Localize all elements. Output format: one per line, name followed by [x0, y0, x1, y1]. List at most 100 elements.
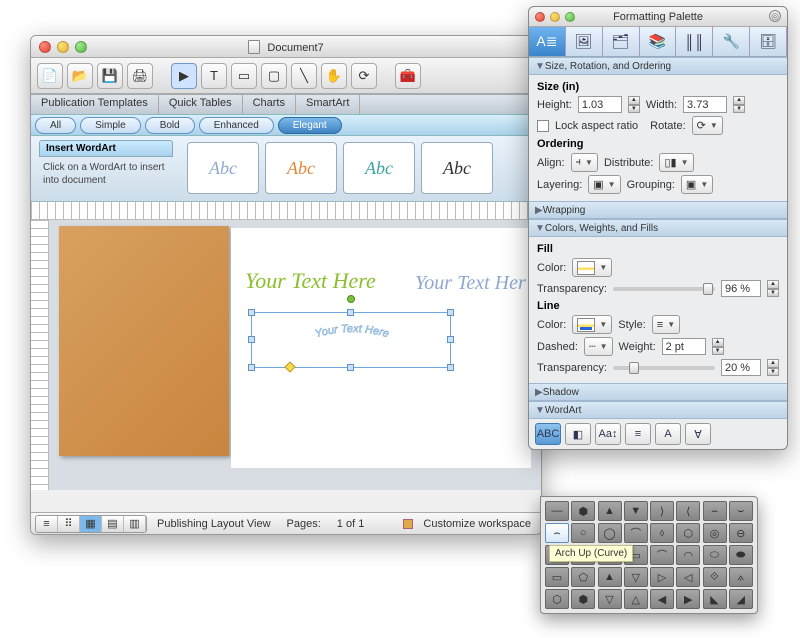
- section-shadow[interactable]: Shadow: [529, 383, 787, 401]
- wordart-shape-option[interactable]: ▲: [598, 567, 622, 587]
- wordart-swatch-4[interactable]: Abc: [421, 142, 493, 194]
- fill-transparency-stepper[interactable]: ▲▼: [767, 280, 779, 297]
- wordart-shape-option[interactable]: ⬡: [676, 523, 700, 543]
- wordart-shape-option[interactable]: ◀: [650, 589, 674, 609]
- tab-smartart[interactable]: SmartArt: [296, 95, 360, 114]
- resize-handle[interactable]: [347, 309, 354, 316]
- wordart-shape-option[interactable]: ⌣: [729, 501, 753, 521]
- wordart-shape-option[interactable]: —: [545, 501, 569, 521]
- align-dropdown[interactable]: ⫞▼: [571, 153, 598, 172]
- selection-box[interactable]: Your Text Here: [251, 312, 451, 368]
- new-button[interactable]: 📄: [37, 63, 63, 89]
- toolbox-toggle[interactable]: 🧰: [395, 63, 421, 89]
- wordart-shape-option[interactable]: ▶: [676, 589, 700, 609]
- weight-stepper[interactable]: ▲▼: [712, 338, 724, 355]
- section-wordart[interactable]: WordArt: [529, 401, 787, 419]
- wordart-shape-option[interactable]: ▭: [545, 567, 569, 587]
- line-transparency-slider[interactable]: [613, 366, 715, 370]
- wordart-shape-option[interactable]: ◣: [703, 589, 727, 609]
- wordart-shape-option[interactable]: ⬬: [729, 545, 753, 565]
- text-tool[interactable]: T: [201, 63, 227, 89]
- height-stepper[interactable]: ▲▼: [628, 96, 640, 113]
- shape-tool[interactable]: ▢: [261, 63, 287, 89]
- section-colors-weights-fills[interactable]: Colors, Weights, and Fills: [529, 219, 787, 237]
- resize-handle[interactable]: [248, 309, 255, 316]
- layering-dropdown[interactable]: ▣▼: [588, 175, 620, 194]
- wordart-shape-option[interactable]: ◎: [703, 523, 727, 543]
- wordart-shape-button[interactable]: ABC: [535, 423, 561, 445]
- wordart-shape-option[interactable]: ◁: [676, 567, 700, 587]
- width-field[interactable]: 3.73: [683, 96, 727, 113]
- wordart-shape-option[interactable]: ▷: [650, 567, 674, 587]
- rotation-handle[interactable]: [347, 295, 355, 303]
- filter-all[interactable]: All: [35, 117, 76, 134]
- hand-tool[interactable]: ✋: [321, 63, 347, 89]
- line-style-dropdown[interactable]: ≡▼: [652, 315, 680, 334]
- fill-transparency-slider[interactable]: [613, 287, 715, 291]
- wordart-shape-option[interactable]: ○: [571, 523, 595, 543]
- tab-charts[interactable]: Charts: [243, 95, 296, 114]
- wordart-shape-option[interactable]: △: [624, 589, 648, 609]
- line-color-dropdown[interactable]: ▼: [572, 315, 612, 334]
- wordart-shape-option[interactable]: ⟩: [650, 501, 674, 521]
- width-stepper[interactable]: ▲▼: [733, 96, 745, 113]
- wordart-shape-option[interactable]: ⟐: [703, 567, 727, 587]
- wordart-object-1[interactable]: Your Text Here: [245, 268, 376, 294]
- canvas[interactable]: Your Text Here Your Text Her Your Text H…: [231, 228, 531, 468]
- wordart-shape-option[interactable]: ◠: [676, 545, 700, 565]
- resize-handle[interactable]: [447, 309, 454, 316]
- wordart-vertical-button[interactable]: A: [655, 423, 681, 445]
- fill-color-dropdown[interactable]: ▼: [572, 258, 612, 277]
- wordart-shape-option[interactable]: ⬢: [571, 501, 595, 521]
- section-size-rotation-ordering[interactable]: Size, Rotation, and Ordering: [529, 57, 787, 75]
- weight-field[interactable]: 2 pt: [662, 338, 706, 355]
- fill-transparency-field[interactable]: 96 %: [721, 280, 761, 297]
- line-transparency-field[interactable]: 20 %: [721, 359, 761, 376]
- tab-quick-tables[interactable]: Quick Tables: [159, 95, 243, 114]
- wordart-object-arc[interactable]: Your Text Here: [266, 319, 438, 363]
- wordart-object-2[interactable]: Your Text Her: [415, 272, 526, 295]
- lock-aspect-checkbox[interactable]: [537, 120, 549, 132]
- view-notebook[interactable]: ▥: [124, 516, 146, 532]
- filter-enhanced[interactable]: Enhanced: [199, 117, 274, 134]
- wordart-shape-option[interactable]: ⬨: [650, 523, 674, 543]
- wordart-shape-option[interactable]: ◯: [598, 523, 622, 543]
- wordart-shape-option[interactable]: ⌒: [650, 545, 674, 565]
- view-draft[interactable]: ≡: [36, 516, 58, 532]
- page-thumbnail[interactable]: [59, 226, 229, 456]
- pointer-tool[interactable]: ▶: [171, 63, 197, 89]
- grouping-dropdown[interactable]: ▣▼: [681, 175, 713, 194]
- wordart-shape-option[interactable]: ▽: [624, 567, 648, 587]
- palette-tab-compatibility[interactable]: ║║: [676, 27, 713, 56]
- palette-tab-formatting[interactable]: A≣: [529, 27, 566, 56]
- wordart-shape-option[interactable]: ▼: [624, 501, 648, 521]
- wordart-shape-option[interactable]: ⌢: [545, 523, 569, 543]
- wordart-shape-option[interactable]: ⬢: [571, 589, 595, 609]
- wordart-alignment-button[interactable]: ≡: [625, 423, 651, 445]
- open-button[interactable]: 📂: [67, 63, 93, 89]
- wordart-same-height-button[interactable]: Aa↕: [595, 423, 621, 445]
- wordart-shape-option[interactable]: ⊖: [729, 523, 753, 543]
- wordart-shape-option[interactable]: ⬭: [703, 545, 727, 565]
- resize-handle[interactable]: [248, 336, 255, 343]
- wordart-shape-option[interactable]: ⌒: [624, 523, 648, 543]
- palette-tab-object[interactable]: 🖼: [566, 27, 603, 56]
- palette-tab-scrapbook[interactable]: 🗂: [603, 27, 640, 56]
- save-button[interactable]: 💾: [97, 63, 123, 89]
- print-button[interactable]: 🖨: [127, 63, 153, 89]
- resize-handle[interactable]: [347, 364, 354, 371]
- wordart-swatch-1[interactable]: Abc: [187, 142, 259, 194]
- wordart-shape-option[interactable]: ⌢: [703, 501, 727, 521]
- dashed-dropdown[interactable]: ┄▼: [584, 337, 613, 356]
- filter-bold[interactable]: Bold: [145, 117, 195, 134]
- palette-tab-tools[interactable]: 🔧: [713, 27, 750, 56]
- resize-handle[interactable]: [248, 364, 255, 371]
- resize-handle[interactable]: [447, 364, 454, 371]
- textbox-tool[interactable]: ▭: [231, 63, 257, 89]
- line-transparency-stepper[interactable]: ▲▼: [767, 359, 779, 376]
- wordart-shape-option[interactable]: ⬡: [545, 589, 569, 609]
- wordart-shape-option[interactable]: ⟨: [676, 501, 700, 521]
- wordart-spacing-button[interactable]: ∀: [685, 423, 711, 445]
- distribute-dropdown[interactable]: ▯▮▼: [659, 153, 693, 172]
- wordart-shape-option[interactable]: ⬠: [571, 567, 595, 587]
